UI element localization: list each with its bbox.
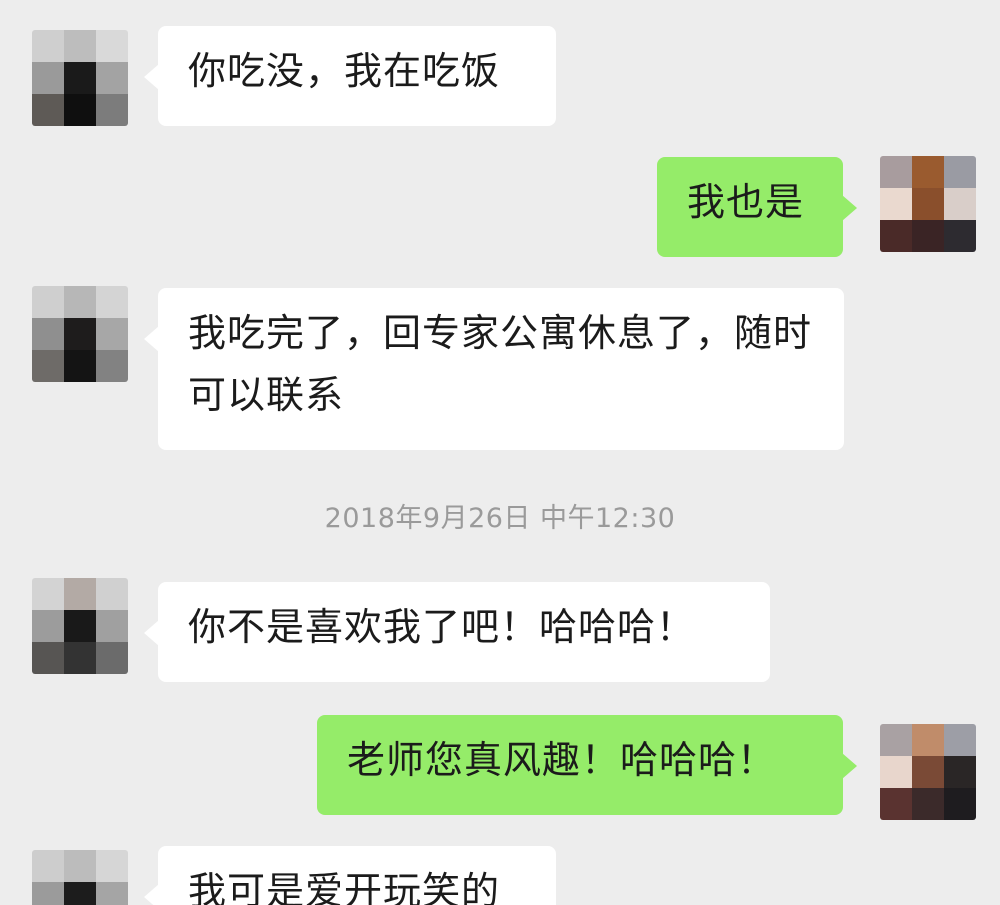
self-avatar[interactable] bbox=[880, 156, 976, 252]
message-bubble-incoming[interactable]: 我可是爱开玩笑的 bbox=[144, 846, 556, 905]
contact-avatar[interactable] bbox=[32, 850, 128, 905]
message-bubble-outgoing[interactable]: 我也是 bbox=[657, 157, 857, 257]
message-bubble-incoming[interactable]: 你不是喜欢我了吧！哈哈哈！ bbox=[144, 582, 770, 682]
message-text: 我可是爱开玩笑的 bbox=[188, 869, 501, 905]
contact-avatar[interactable] bbox=[32, 578, 128, 674]
message-timestamp: 2018年9月26日 中午12:30 bbox=[324, 503, 676, 534]
message-text: 我也是 bbox=[687, 180, 805, 224]
message-bubble-incoming[interactable]: 我吃完了，回专家公寓休息了，随时可以联系 bbox=[144, 288, 844, 450]
message-bubble-incoming[interactable]: 你吃没，我在吃饭 bbox=[144, 26, 556, 126]
contact-avatar[interactable] bbox=[32, 30, 128, 126]
self-avatar[interactable] bbox=[880, 724, 976, 820]
message-text: 你不是喜欢我了吧！哈哈哈！ bbox=[188, 605, 696, 649]
message-text: 你吃没，我在吃饭 bbox=[188, 49, 501, 93]
chat-window[interactable]: 你吃没，我在吃饭 我也是 我吃完了，回专家公寓休息了，随时可以联系 2018年9… bbox=[0, 0, 1000, 905]
contact-avatar[interactable] bbox=[32, 286, 128, 382]
message-bubble-outgoing[interactable]: 老师您真风趣！哈哈哈！ bbox=[317, 715, 857, 815]
message-text: 老师您真风趣！哈哈哈！ bbox=[347, 738, 777, 782]
message-text: 我吃完了，回专家公寓休息了，随时可以联系 bbox=[188, 311, 813, 417]
